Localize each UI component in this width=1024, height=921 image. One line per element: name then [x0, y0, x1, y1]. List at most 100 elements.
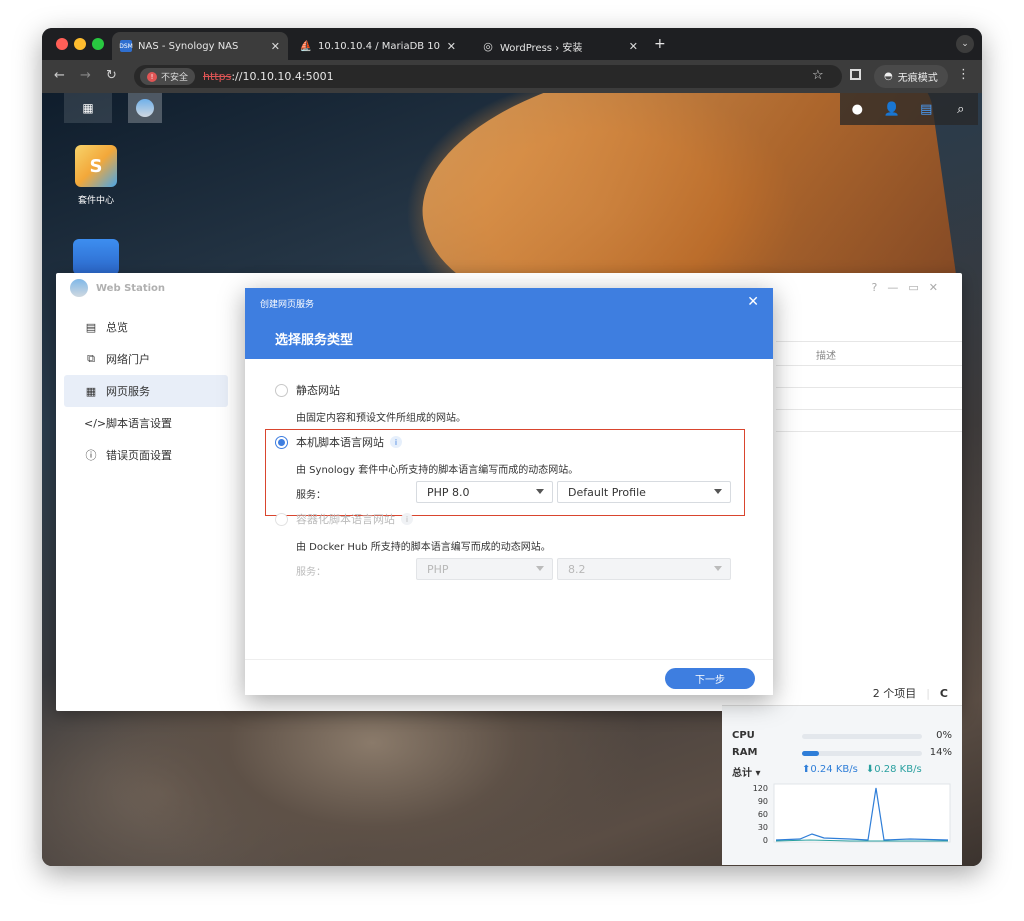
window-controls[interactable]: ?—▭✕	[872, 281, 948, 294]
sidebar-item-label: 总览	[106, 321, 128, 334]
network-total-dropdown[interactable]: 总计 ▾	[732, 764, 761, 779]
container-language-select[interactable]: PHP	[416, 558, 553, 580]
incognito-label: 无痕模式	[897, 73, 938, 84]
close-window-button[interactable]	[56, 38, 68, 50]
select-value: PHP	[427, 562, 449, 576]
radio-dot	[278, 438, 285, 446]
footer-divider: |	[926, 686, 930, 700]
dialog-caption: 创建网页服务	[260, 300, 315, 310]
sidebar-item-error-page[interactable]: ⓘ 错误页面设置	[64, 439, 228, 471]
cpu-label: CPU	[732, 730, 755, 741]
y-tick: 120	[753, 784, 768, 793]
table-divider	[776, 409, 962, 410]
table-divider	[776, 431, 962, 432]
sidebar-item-script-language[interactable]: </> 脚本语言设置	[64, 407, 228, 439]
url-field[interactable]: ! 不安全 https://10.10.10.4:5001	[134, 65, 842, 88]
reload-icon[interactable]: ↻	[106, 68, 117, 83]
webstation-sidebar: ▤ 总览 ⧉ 网络门户 ▦ 网页服务 </> 脚本语言设置 ⓘ 错误页面设置	[56, 311, 236, 471]
maximize-window-button[interactable]	[92, 38, 104, 50]
widgets-icon[interactable]: ▤	[917, 100, 935, 118]
url-text: https://10.10.10.4:5001	[203, 70, 334, 83]
desktop-icon-package-center[interactable]: S 套件中心	[64, 145, 128, 206]
new-tab-button[interactable]: +	[654, 36, 666, 52]
phpmyadmin-favicon-icon: ⛵	[299, 40, 313, 52]
sidebar-item-overview[interactable]: ▤ 总览	[64, 311, 228, 343]
item-count: 2 个项目	[872, 687, 917, 700]
security-badge[interactable]: ! 不安全	[140, 68, 196, 85]
refresh-icon[interactable]: C	[940, 687, 948, 700]
webstation-title: Web Station	[96, 282, 166, 294]
select-value: Default Profile	[568, 485, 646, 499]
back-icon[interactable]: ←	[54, 68, 65, 83]
main-menu-button[interactable]: ▦	[64, 93, 112, 123]
webstation-icon	[136, 99, 154, 117]
system-tray: ● 👤 ▤ ⌕	[840, 93, 978, 125]
insecure-label: 不安全	[161, 73, 189, 83]
radio-container-script-site[interactable]	[275, 512, 288, 526]
globe-favicon-icon: ◎	[483, 39, 493, 53]
option-description: 由 Synology 套件中心所支持的脚本语言编写而成的动态网站。	[296, 465, 579, 476]
download-rate: ⬇0.28 KB/s	[865, 764, 922, 775]
side-panel-icon[interactable]	[850, 69, 861, 80]
php-profile-select[interactable]: Default Profile	[557, 481, 731, 503]
tab-title: 10.10.10.4 / MariaDB 10 / wor	[318, 40, 441, 52]
sidebar-item-label: 网络门户	[106, 353, 150, 366]
info-icon[interactable]: i	[401, 513, 413, 525]
tab-wordpress[interactable]: ◎ WordPress › 安装 ✕	[474, 32, 646, 60]
option-container-script-site[interactable]: 容器化脚本语言网站 i	[275, 511, 413, 527]
minimize-window-button[interactable]	[74, 38, 86, 50]
search-icon[interactable]: ⌕	[952, 100, 970, 118]
chevron-down-icon	[714, 566, 722, 571]
option-description: 由 Docker Hub 所支持的脚本语言编写而成的动态网站。	[296, 542, 551, 553]
tab-nas[interactable]: DSM NAS - Synology NAS ✕	[112, 32, 288, 60]
chevron-down-icon	[536, 489, 544, 494]
taskbar-webstation-button[interactable]	[128, 93, 162, 123]
browser-menu-icon[interactable]: ⋮	[957, 67, 970, 82]
dialog-close-icon[interactable]: ✕	[747, 294, 759, 310]
cpu-bar	[802, 734, 922, 739]
warning-icon: !	[147, 71, 157, 82]
ram-value: 14%	[929, 747, 952, 758]
option-static-site[interactable]: 静态网站	[275, 382, 340, 398]
grid-icon: ▦	[82, 101, 94, 115]
chart-plot-area	[773, 783, 951, 843]
service-label: 服务：	[296, 567, 326, 578]
tab-title: NAS - Synology NAS	[138, 40, 239, 52]
bookmark-star-icon[interactable]: ☆	[812, 68, 824, 83]
option-label: 本机脚本语言网站	[296, 436, 384, 449]
radio-static-site[interactable]	[275, 383, 288, 397]
info-icon[interactable]: i	[390, 436, 402, 448]
select-value: 8.2	[568, 562, 586, 576]
y-tick: 90	[758, 797, 768, 806]
user-icon[interactable]: 👤	[883, 100, 901, 118]
overview-icon: ▤	[85, 320, 97, 334]
forward-icon[interactable]: →	[80, 68, 91, 83]
next-button[interactable]: 下一步	[665, 668, 755, 689]
chat-icon[interactable]: ●	[848, 100, 866, 118]
radio-native-script-site[interactable]	[275, 435, 288, 449]
tab-mariadb[interactable]: ⛵ 10.10.10.4 / MariaDB 10 / wor ✕	[292, 32, 464, 60]
cpu-value: 0%	[936, 730, 952, 741]
sidebar-item-portal[interactable]: ⧉ 网络门户	[64, 343, 228, 375]
tab-search-icon[interactable]: ⌄	[956, 35, 974, 53]
sidebar-item-label: 错误页面设置	[106, 449, 172, 462]
url-protocol: https	[203, 70, 232, 83]
y-tick: 0	[763, 836, 768, 845]
grid-icon: ▦	[85, 384, 97, 398]
option-native-script-site[interactable]: 本机脚本语言网站 i	[275, 434, 402, 450]
ram-bar-fill	[802, 751, 819, 756]
create-web-service-dialog: 创建网页服务 ✕ 选择服务类型 静态网站 由固定内容和预设文件所组成的网站。 本…	[245, 288, 773, 695]
address-bar: ← → ↻ ! 不安全 https://10.10.10.4:5001 ☆ ◓ …	[42, 60, 982, 93]
tab-close-icon[interactable]: ✕	[447, 40, 456, 53]
tab-close-icon[interactable]: ✕	[629, 40, 638, 53]
incognito-badge[interactable]: ◓ 无痕模式	[874, 65, 948, 88]
resource-monitor-widget: CPU 0% RAM 14% 总计 ▾ ⬆0.24 KB/s ⬇0.28 KB/s…	[722, 705, 962, 865]
sidebar-item-web-service[interactable]: ▦ 网页服务	[64, 375, 228, 407]
php-version-select[interactable]: PHP 8.0	[416, 481, 553, 503]
service-label: 服务：	[296, 490, 326, 501]
option-label: 静态网站	[296, 384, 340, 397]
network-rates: ⬆0.24 KB/s ⬇0.28 KB/s	[802, 764, 922, 775]
tab-close-icon[interactable]: ✕	[271, 40, 280, 53]
container-version-select[interactable]: 8.2	[557, 558, 731, 580]
chevron-down-icon	[536, 566, 544, 571]
